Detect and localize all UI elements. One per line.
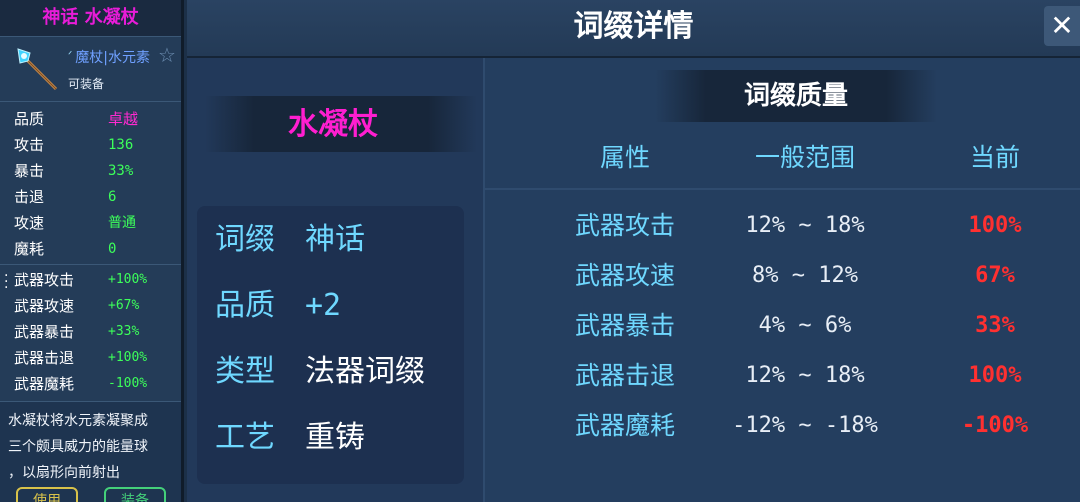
stat-row: 品质 卓越	[0, 106, 181, 132]
item-name: 水凝杖	[288, 107, 378, 142]
info-row-affix: 词缀 神话	[215, 222, 365, 257]
stat-row: 击退 6	[14, 188, 117, 206]
item-class: ᐟ 魔杖|水元素	[68, 50, 150, 66]
table-row: 武器魔耗 -12% ~ -18% -100%	[574, 411, 1029, 440]
column-header-current: 当前	[969, 143, 1020, 172]
stat-row: 暴击 33%	[14, 162, 134, 180]
affix-detail-panel: 词缀详情 ✕ 水凝杖 词缀 神话 品质 +2 类型 法器词缀 工艺 重铸 词缀质量 属性…	[187, 0, 1080, 502]
equip-status: 可装备	[68, 77, 105, 91]
stat-row: 攻击 136	[14, 136, 134, 154]
column-header-attribute: 属性	[599, 143, 650, 172]
close-icon: ✕	[1050, 9, 1074, 42]
stat-row: 魔耗 0	[14, 240, 117, 258]
favorite-star-icon[interactable]: ☆	[158, 43, 176, 67]
quality-title: 词缀质量	[743, 81, 848, 111]
table-row: 武器攻速 8% ~ 12% 67%	[574, 261, 1015, 290]
affix-summary: 水凝杖 词缀 神话 品质 +2 类型 法器词缀 工艺 重铸	[187, 58, 485, 502]
card-header: ᐟ 魔杖|水元素 ☆ 可装备	[0, 37, 181, 102]
info-row-craft: 工艺 重铸	[215, 420, 365, 455]
quality-value: 卓越	[108, 110, 139, 128]
page-title: 词缀详情	[573, 9, 694, 44]
item-tooltip-card: 神话 水凝杖 ᐟ 魔杖|水元素 ☆ 可装备 品质 卓越 攻击 136 暴击 33% 击退…	[0, 0, 184, 502]
more-options-icon[interactable]: · · ·	[4, 269, 8, 295]
affix-row: 武器暴击 +33%	[14, 323, 140, 341]
staff-icon	[17, 48, 58, 91]
table-row: 武器攻击 12% ~ 18% 100%	[574, 211, 1022, 240]
info-row-type: 类型 法器词缀	[215, 354, 425, 389]
close-button[interactable]: ✕	[1044, 6, 1080, 46]
affix-quality-table: 词缀质量 属性 一般范围 当前 武器攻击 12% ~ 18% 100% 武器攻速 8%…	[485, 58, 1080, 502]
info-row-quality: 品质 +2	[215, 288, 342, 323]
equip-button[interactable]: 装备	[104, 487, 166, 502]
affix-row: 武器击退 +100%	[14, 349, 148, 367]
title-bar: 词缀详情 ✕	[187, 0, 1080, 58]
use-button[interactable]: 使用	[16, 487, 78, 502]
affix-list[interactable]: · · · 武器攻击 +100% 武器攻速 +67% 武器暴击 +33% 武器击退 +100…	[0, 265, 181, 402]
base-stats: 品质 卓越 攻击 136 暴击 33% 击退 6 攻速 普通 魔耗 0	[0, 102, 181, 265]
stat-row: 攻速 普通	[14, 214, 136, 232]
card-title: 神话 水凝杖	[0, 0, 181, 37]
affix-row: 武器攻速 +67%	[14, 297, 140, 315]
table-row: 武器击退 12% ~ 18% 100%	[574, 361, 1022, 390]
header-divider	[485, 188, 1080, 190]
table-row: 武器暴击 4% ~ 6% 33%	[574, 311, 1015, 340]
affix-row: 武器魔耗 -100%	[14, 375, 148, 393]
affix-row: 武器攻击 +100%	[14, 271, 148, 289]
column-header-range: 一般范围	[754, 143, 855, 172]
affix-info-box: 词缀 神话 品质 +2 类型 法器词缀 工艺 重铸	[197, 206, 464, 484]
